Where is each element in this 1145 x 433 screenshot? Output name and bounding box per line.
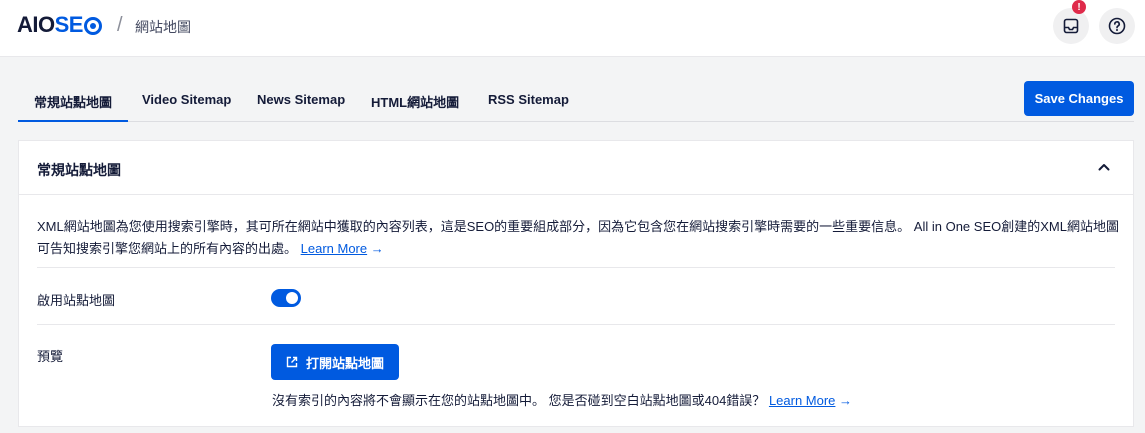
logo-text-seo: SE xyxy=(54,12,84,37)
divider xyxy=(37,324,1115,325)
save-changes-button[interactable]: Save Changes xyxy=(1024,81,1134,116)
tab-general-sitemap[interactable]: 常規站點地圖 xyxy=(17,92,129,122)
arrow-right-icon: → xyxy=(839,393,853,408)
tab-news-sitemap[interactable]: News Sitemap xyxy=(257,92,345,107)
external-link-icon xyxy=(286,356,298,368)
logo-gear-icon xyxy=(83,17,102,35)
open-sitemap-button[interactable]: 打開站點地圖 xyxy=(271,344,399,380)
inbox-icon xyxy=(1063,18,1079,34)
preview-label: 預覽 xyxy=(37,349,64,364)
note-text: 沒有索引的內容將不會顯示在您的站點地圖中。 您是否碰到空白站點地圖或404錯誤？ xyxy=(272,393,766,408)
card-header[interactable]: 常規站點地圖 xyxy=(19,141,1133,195)
note-learn-more-link[interactable]: Learn More xyxy=(769,393,835,408)
tab-rss-sitemap[interactable]: RSS Sitemap xyxy=(488,92,569,107)
description-text: XML網站地圖為您使用搜索引擎時，其可所在網站中獲取的內容列表，這是SEO的重要… xyxy=(37,219,1119,256)
sitemap-note: 沒有索引的內容將不會顯示在您的站點地圖中。 您是否碰到空白站點地圖或404錯誤？… xyxy=(272,390,852,409)
tab-html-sitemap[interactable]: HTML網站地圖 xyxy=(371,92,459,111)
divider xyxy=(37,267,1115,268)
toggle-knob xyxy=(286,292,298,304)
help-icon xyxy=(1108,17,1126,35)
card-title: 常規站點地圖 xyxy=(37,162,121,178)
chevron-up-icon[interactable] xyxy=(1095,158,1113,176)
top-bar: AIO SE / 網站地圖 ! xyxy=(0,0,1145,57)
breadcrumb: 網站地圖 xyxy=(135,19,191,35)
breadcrumb-separator: / xyxy=(117,14,123,36)
logo-text-aio: AIO xyxy=(17,12,55,37)
enable-sitemap-label: 啟用站點地圖 xyxy=(37,293,116,308)
arrow-right-icon: → xyxy=(370,241,384,256)
general-sitemap-card: 常規站點地圖 XML網站地圖為您使用搜索引擎時，其可所在網站中獲取的內容列表，這… xyxy=(18,140,1134,427)
learn-more-link[interactable]: Learn More xyxy=(301,241,367,256)
tab-video-sitemap[interactable]: Video Sitemap xyxy=(142,92,231,107)
sitemap-tabs: 常規站點地圖 Video Sitemap News Sitemap HTML網站… xyxy=(17,78,1134,122)
help-button[interactable] xyxy=(1099,8,1135,44)
inbox-button[interactable] xyxy=(1053,8,1089,44)
aioseo-logo[interactable]: AIO SE xyxy=(17,12,102,38)
sitemap-description: XML網站地圖為您使用搜索引擎時，其可所在網站中獲取的內容列表，這是SEO的重要… xyxy=(37,216,1119,260)
notification-badge: ! xyxy=(1072,0,1086,14)
enable-sitemap-toggle[interactable] xyxy=(271,289,301,307)
open-sitemap-label: 打開站點地圖 xyxy=(305,355,384,371)
